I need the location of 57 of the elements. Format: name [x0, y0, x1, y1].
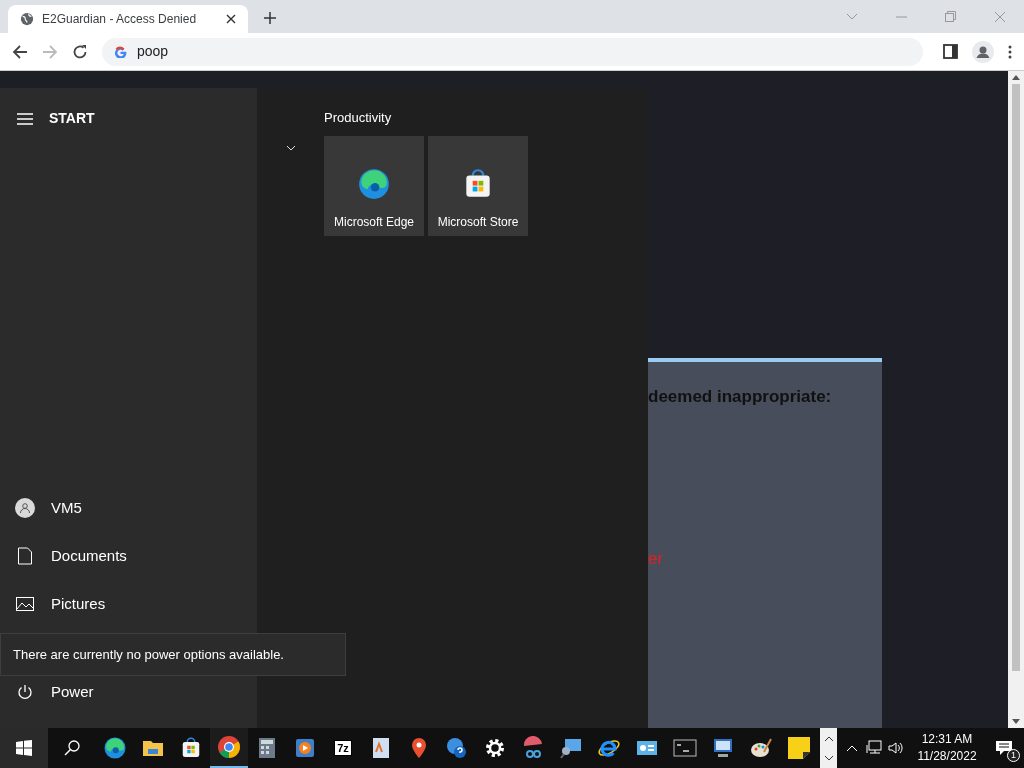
tooltip: There are currently no power options available.: [0, 633, 346, 676]
notification-icon: [995, 740, 1013, 756]
start-menu-item[interactable]: VM5: [0, 484, 257, 532]
terminal-icon: [673, 736, 697, 760]
message-heading: deemed inappropriate:: [648, 386, 833, 408]
power-icon: [17, 684, 33, 700]
start-button[interactable]: [0, 728, 48, 768]
address-text: poop: [137, 42, 169, 61]
taskbar-scroller[interactable]: [820, 728, 837, 768]
avatar-icon: [15, 498, 35, 518]
back-arrow-icon[interactable]: [12, 43, 28, 60]
menu-icon[interactable]: [17, 112, 33, 125]
archive-icon: 7z: [334, 740, 352, 756]
scroll-down-arrow-icon[interactable]: [1012, 719, 1020, 724]
image-icon: [16, 597, 34, 611]
group-title: Productivity: [324, 109, 393, 127]
new-tab-icon[interactable]: [264, 12, 276, 24]
warning-text: er: [648, 547, 665, 570]
start-menu-item[interactable]: Pictures: [0, 580, 257, 628]
start-title: START: [49, 109, 95, 128]
help-icon: [445, 736, 469, 760]
google-g-icon: [114, 45, 127, 58]
network-icon[interactable]: [866, 740, 882, 756]
app-tile[interactable]: Microsoft Edge: [324, 136, 424, 236]
monitor-icon: [711, 736, 735, 760]
volume-icon[interactable]: [888, 740, 904, 756]
clock[interactable]: 12:31 AM 11/28/2022: [914, 731, 980, 765]
more-menu-icon[interactable]: [1008, 44, 1012, 59]
play-icon: [293, 736, 317, 760]
edge-icon: [357, 167, 391, 201]
tab-title: E2Guardian - Access Denied: [42, 11, 198, 28]
chrome-icon: [217, 735, 241, 759]
action-center-button[interactable]: 1: [984, 728, 1024, 768]
scrollbar[interactable]: [1008, 71, 1024, 728]
taskbar-app[interactable]: [210, 728, 248, 768]
palette-icon: [749, 736, 773, 760]
windows-logo-icon: [16, 740, 32, 756]
edge-icon: [103, 736, 127, 760]
notification-badge: 1: [1007, 749, 1020, 762]
profile-icon[interactable]: [972, 40, 994, 63]
close-icon[interactable]: [226, 14, 236, 24]
search-icon: [64, 740, 80, 756]
globe-icon: [20, 12, 34, 26]
scroll-up-arrow-icon[interactable]: [1012, 75, 1020, 80]
start-menu-item[interactable]: Documents: [0, 532, 257, 580]
reload-icon[interactable]: [72, 43, 88, 60]
monitor-magnifier-icon: [559, 736, 583, 760]
chevron-down-icon[interactable]: [824, 755, 833, 761]
sticky-note-icon: [787, 736, 811, 760]
browser-tab[interactable]: E2Guardian - Access Denied: [8, 5, 248, 33]
app-tile[interactable]: Microsoft Store: [428, 136, 528, 236]
document-icon: [17, 547, 33, 565]
chevron-up-icon[interactable]: [824, 735, 833, 741]
address-bar[interactable]: poop: [102, 37, 923, 66]
side-panel-icon[interactable]: [943, 44, 958, 59]
taskbar-app[interactable]: 7z: [324, 728, 362, 768]
gear-icon: [483, 736, 507, 760]
